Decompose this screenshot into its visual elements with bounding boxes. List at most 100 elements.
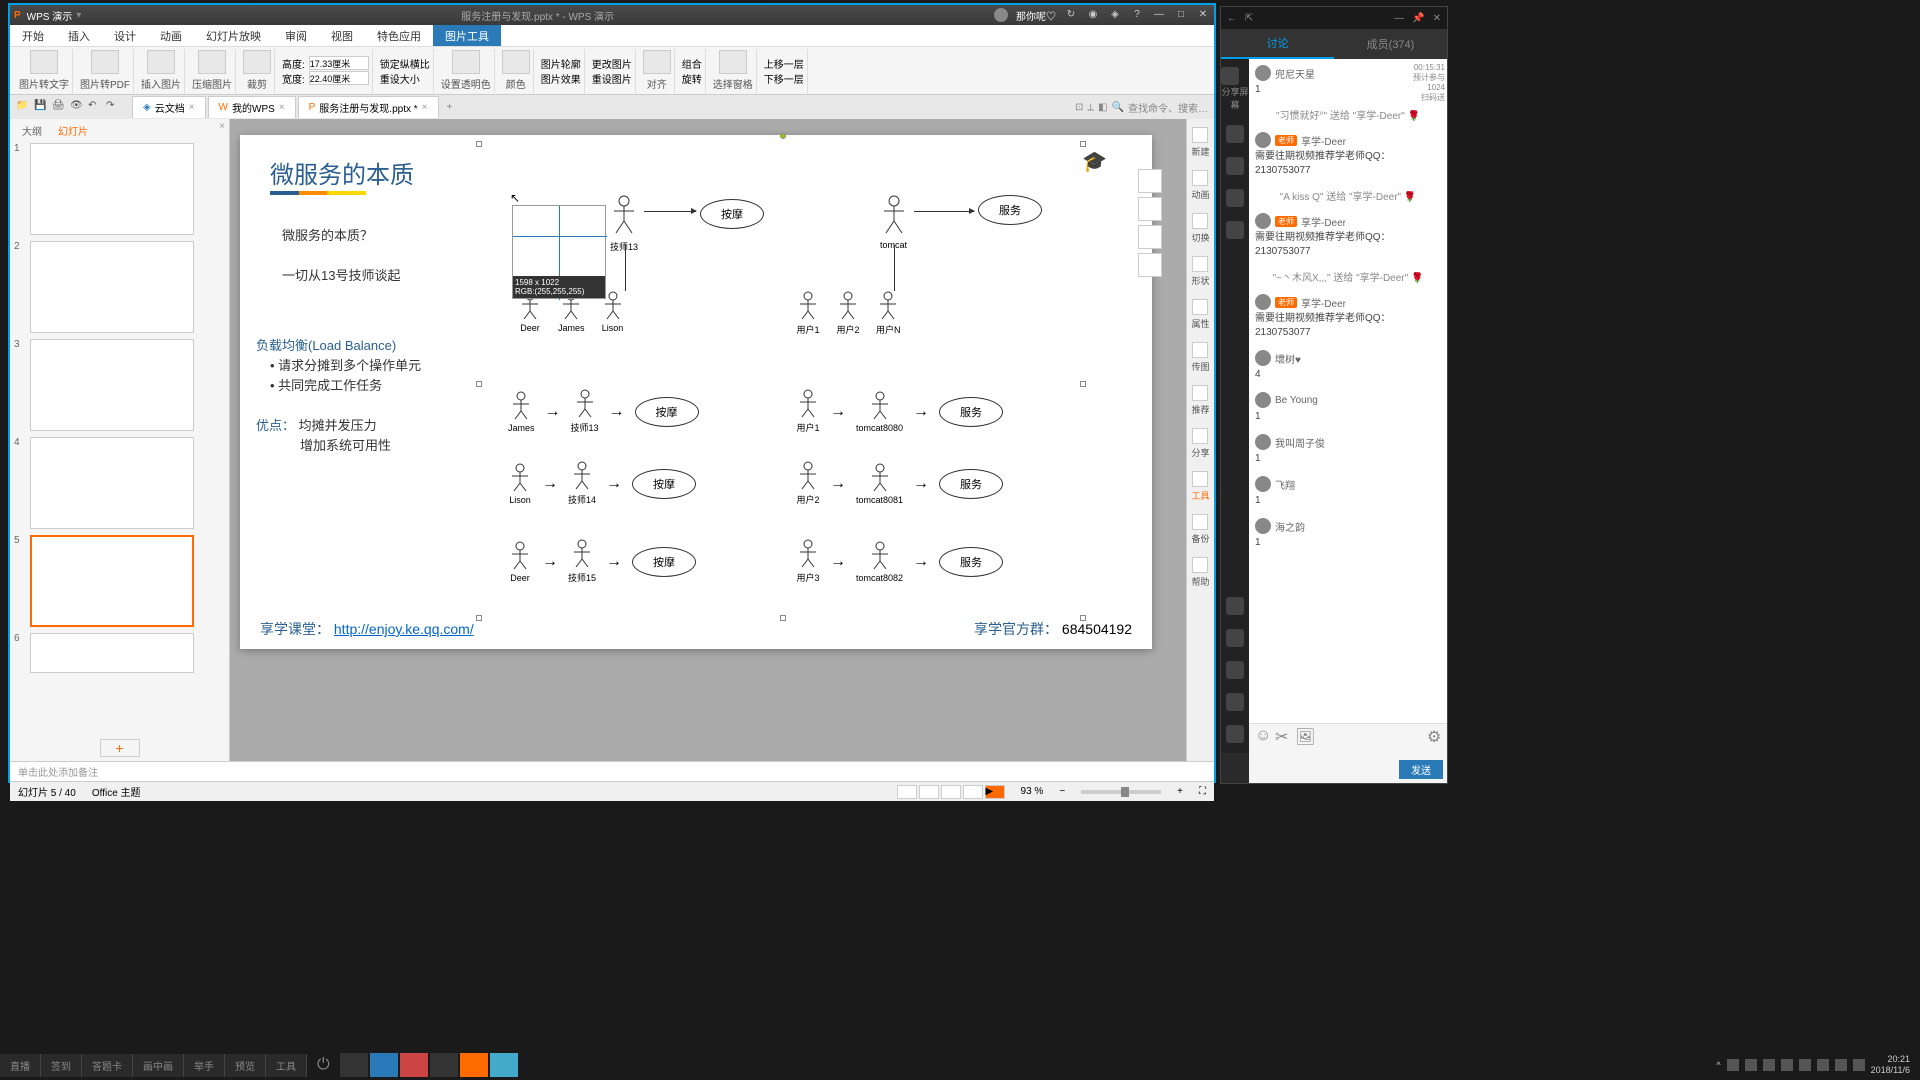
tb-tools[interactable]: 工具: [266, 1054, 307, 1077]
app-explorer[interactable]: [340, 1053, 368, 1077]
menu-start[interactable]: 开始: [10, 25, 56, 46]
add-slide-button[interactable]: +: [100, 739, 140, 757]
help-icon[interactable]: ?: [1130, 8, 1144, 22]
outline-button[interactable]: 图片轮廓: [541, 56, 581, 71]
selection-handle[interactable]: [1080, 141, 1086, 147]
menu-insert[interactable]: 插入: [56, 25, 102, 46]
height-input[interactable]: [309, 56, 369, 70]
app-wps[interactable]: [460, 1053, 488, 1077]
reset-size-button[interactable]: 重设大小: [380, 71, 420, 86]
ruler-icon[interactable]: ⟂: [1087, 102, 1094, 113]
rotate-button[interactable]: 旋转: [682, 71, 702, 86]
settings-icon[interactable]: ◉: [1086, 8, 1100, 22]
menu-anim[interactable]: 动画: [148, 25, 194, 46]
undo-icon[interactable]: ↶: [88, 100, 102, 114]
selection-pane-button[interactable]: [719, 50, 747, 74]
slide-thumb-3[interactable]: [30, 339, 194, 431]
sp-tools[interactable]: 工具: [1191, 471, 1209, 502]
slideshow-icon[interactable]: ▶: [985, 785, 1005, 799]
selection-handle[interactable]: [1080, 381, 1086, 387]
tray-icon[interactable]: [1853, 1059, 1865, 1071]
chevron-up-icon[interactable]: ^: [1716, 1060, 1720, 1070]
color-button[interactable]: [502, 50, 530, 74]
fit-window-icon[interactable]: ⛶: [1199, 786, 1206, 797]
music-icon[interactable]: [1226, 661, 1244, 679]
emoji-icon[interactable]: ☺: [1255, 727, 1269, 741]
menu-slideshow[interactable]: 幻灯片放映: [194, 25, 273, 46]
crop-button[interactable]: [243, 50, 271, 74]
tray-icon[interactable]: [1799, 1059, 1811, 1071]
slide-thumb-6[interactable]: [30, 633, 194, 673]
sp-upload[interactable]: 传图: [1191, 342, 1209, 373]
lock-ratio-checkbox[interactable]: 锁定纵横比: [380, 56, 430, 71]
sorter-view-icon[interactable]: [941, 785, 961, 799]
tb-raise[interactable]: 举手: [184, 1054, 225, 1077]
img2pdf-button[interactable]: [91, 50, 119, 74]
outline-tab-slides[interactable]: 幻灯片: [50, 121, 96, 137]
search-hint[interactable]: 查找命令、搜索…: [1128, 100, 1208, 115]
app-ie[interactable]: [370, 1053, 398, 1077]
maximize-icon[interactable]: □: [1174, 8, 1188, 22]
tray-icon[interactable]: [1817, 1059, 1829, 1071]
reading-view-icon[interactable]: [963, 785, 983, 799]
app-x[interactable]: [400, 1053, 428, 1077]
app-player[interactable]: [430, 1053, 458, 1077]
user-avatar[interactable]: [994, 8, 1008, 22]
compress-button[interactable]: [198, 50, 226, 74]
zoom-out-icon[interactable]: −: [1059, 786, 1065, 797]
file-icon[interactable]: [1226, 157, 1244, 175]
tb-live[interactable]: 直播: [0, 1054, 41, 1077]
sp-help[interactable]: 帮助: [1191, 557, 1209, 588]
tab-members[interactable]: 成员(374): [1334, 29, 1447, 59]
effect-button[interactable]: 图片效果: [541, 71, 581, 86]
search-icon[interactable]: 🔍: [1112, 102, 1124, 113]
sp-recommend[interactable]: 推荐: [1191, 385, 1209, 416]
skin-icon[interactable]: ◈: [1108, 8, 1122, 22]
reset-pic-button[interactable]: 重设图片: [592, 71, 632, 86]
tab-cloud[interactable]: ◈云文档×: [132, 96, 206, 118]
outline-tab-text[interactable]: 大纲: [14, 121, 50, 137]
redo-icon[interactable]: ↷: [106, 100, 120, 114]
more-icon[interactable]: [1226, 221, 1244, 239]
close-icon[interactable]: ×: [422, 102, 428, 113]
ppt-icon[interactable]: [1226, 125, 1244, 143]
zoom-in-icon[interactable]: +: [1177, 786, 1183, 797]
gear-icon[interactable]: ⚙: [1427, 727, 1441, 741]
tb-preview[interactable]: 预览: [225, 1054, 266, 1077]
bring-forward-button[interactable]: 上移一层: [764, 56, 804, 71]
selection-handle[interactable]: [476, 141, 482, 147]
close-icon[interactable]: ✕: [1433, 13, 1441, 24]
send-back-button[interactable]: 下移一层: [764, 71, 804, 86]
normal-view-icon[interactable]: [919, 785, 939, 799]
tray-icon[interactable]: [1763, 1059, 1775, 1071]
preview-icon[interactable]: 👁: [70, 100, 84, 114]
sp-share[interactable]: 分享: [1191, 428, 1209, 459]
insert-img-button[interactable]: [147, 50, 175, 74]
slide-thumb-1[interactable]: [30, 143, 194, 235]
add-tab-icon[interactable]: +: [441, 102, 459, 113]
record-icon[interactable]: [1226, 189, 1244, 207]
close-icon[interactable]: ×: [189, 102, 195, 113]
save-icon[interactable]: 💾: [34, 100, 48, 114]
print-icon[interactable]: 🖨: [52, 100, 66, 114]
menu-special[interactable]: 特色应用: [365, 25, 433, 46]
grid-icon[interactable]: [1226, 693, 1244, 711]
sp-backup[interactable]: 备份: [1191, 514, 1209, 545]
system-clock[interactable]: 20:21 2018/11/6: [1871, 1054, 1910, 1076]
width-input[interactable]: [309, 71, 369, 85]
sp-props[interactable]: 属性: [1191, 299, 1209, 330]
rotate-handle[interactable]: [780, 133, 786, 139]
power-icon[interactable]: ⏻: [317, 1056, 330, 1074]
footer-url[interactable]: http://enjoy.ke.qq.com/: [334, 621, 474, 637]
tray-icon[interactable]: [1727, 1059, 1739, 1071]
close-icon[interactable]: ×: [219, 121, 225, 137]
tab-document[interactable]: P服务注册与发现.pptx *×: [298, 96, 439, 118]
selection-handle[interactable]: [476, 381, 482, 387]
app-diamond[interactable]: [490, 1053, 518, 1077]
tb-answer[interactable]: 答题卡: [82, 1054, 133, 1077]
zoom-tool-icon[interactable]: [1138, 169, 1162, 193]
sync-icon[interactable]: ↻: [1064, 8, 1078, 22]
pin-icon[interactable]: 📌: [1412, 13, 1424, 24]
change-pic-button[interactable]: 更改图片: [592, 56, 632, 71]
zoom-slider[interactable]: [1081, 790, 1161, 794]
